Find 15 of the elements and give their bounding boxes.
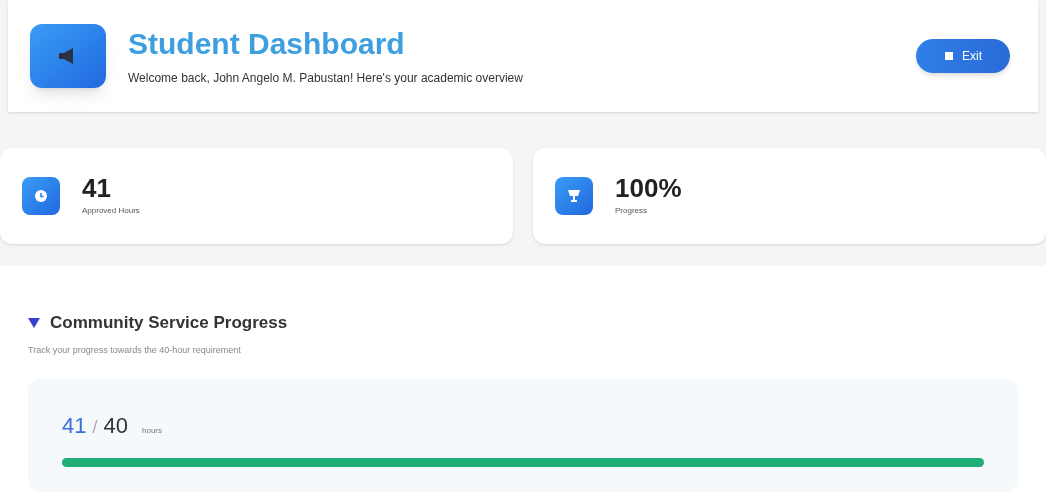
exit-button[interactable]: Exit: [916, 39, 1010, 73]
stat-value: 100%: [615, 175, 682, 201]
hours-unit: hours: [142, 425, 162, 437]
stat-label: Progress: [615, 205, 648, 217]
trophy-icon: [566, 189, 582, 203]
total-hours: 40: [103, 412, 128, 440]
clock-icon: [34, 189, 48, 203]
separator: /: [92, 416, 98, 439]
welcome-text: Welcome back, John Angelo M. Pabustan! Here's your academic overview: [128, 69, 524, 87]
current-hours: 41: [62, 412, 87, 440]
stat-value: 41: [82, 175, 112, 201]
stat-label: Approved Hours: [82, 205, 140, 217]
section-subtitle: Track your progress towards the 40-hour requirement: [28, 343, 242, 357]
section-title: Community Service Progress: [50, 312, 288, 334]
page-title: Student Dashboard: [128, 26, 406, 63]
